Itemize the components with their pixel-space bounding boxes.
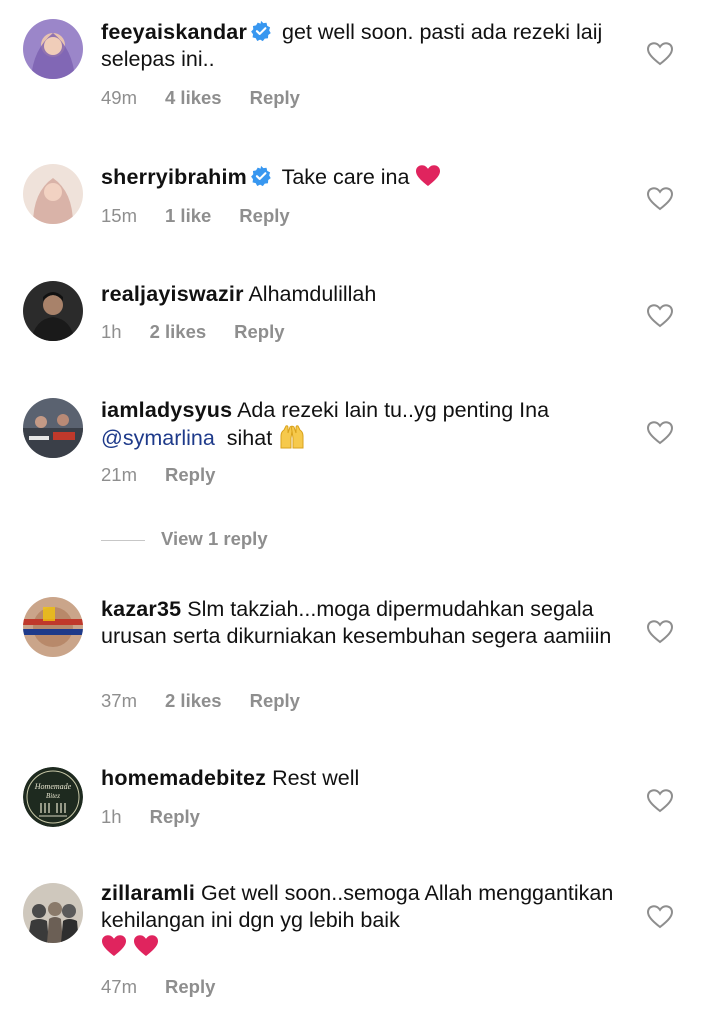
comment-meta: 47m Reply: [101, 976, 243, 998]
heart-outline-icon[interactable]: [647, 789, 673, 813]
comment-meta: 1h Reply: [101, 806, 228, 828]
divider-line: [101, 539, 145, 541]
comment-text: realjayiswazir Alhamdulillah: [101, 281, 621, 308]
view-replies-button[interactable]: View 1 reply: [101, 528, 268, 550]
username[interactable]: homemadebitez: [101, 766, 266, 790]
avatar[interactable]: [23, 398, 83, 458]
likes-count[interactable]: 1 like: [165, 205, 211, 226]
logo-text: Homemade: [34, 782, 72, 791]
timestamp: 37m: [101, 690, 137, 711]
username[interactable]: feeyaiskandar: [101, 20, 247, 44]
username[interactable]: realjayiswazir: [101, 282, 244, 306]
reply-button[interactable]: Reply: [239, 205, 289, 226]
heart-outline-icon[interactable]: [647, 421, 673, 445]
heart-outline-icon[interactable]: [647, 42, 673, 66]
timestamp: 47m: [101, 976, 137, 997]
red-heart-icon: [415, 164, 441, 188]
reply-button[interactable]: Reply: [150, 806, 200, 827]
comment-text: zillaramli Get well soon..semoga Allah m…: [101, 880, 621, 961]
timestamp: 21m: [101, 464, 137, 485]
comment-meta: 21m Reply: [101, 464, 243, 486]
comment-text: sherryibrahim Take care ina: [101, 164, 621, 191]
comment-text: kazar35 Slm takziah...moga dipermudahkan…: [101, 596, 621, 650]
comment-message: Ada rezeki lain tu..yg penting Ina: [237, 398, 550, 422]
timestamp: 1h: [101, 321, 122, 342]
comment-meta: 1h 2 likes Reply: [101, 321, 313, 343]
red-heart-icon: [101, 934, 127, 958]
heart-outline-icon[interactable]: [647, 304, 673, 328]
likes-count[interactable]: 4 likes: [165, 87, 222, 108]
comment-text: iamladysyus Ada rezeki lain tu..yg penti…: [101, 397, 621, 452]
comment-meta: 15m 1 like Reply: [101, 205, 318, 227]
view-replies-label: View 1 reply: [161, 528, 268, 549]
comment-meta: 49m 4 likes Reply: [101, 87, 328, 109]
heart-outline-icon[interactable]: [647, 187, 673, 211]
reply-button[interactable]: Reply: [250, 87, 300, 108]
comment-message: Rest well: [272, 766, 360, 790]
avatar[interactable]: [23, 281, 83, 341]
avatar[interactable]: [23, 19, 83, 79]
comment-text: homemadebitez Rest well: [101, 765, 621, 792]
heart-outline-icon[interactable]: [647, 620, 673, 644]
username[interactable]: zillaramli: [101, 881, 195, 905]
verified-badge-icon: [250, 165, 272, 187]
avatar[interactable]: Homemade Bitez: [23, 767, 83, 827]
username[interactable]: sherryibrahim: [101, 165, 247, 189]
likes-count[interactable]: 2 likes: [165, 690, 222, 711]
comment-message: Take care ina: [281, 165, 410, 189]
red-heart-icon: [133, 934, 159, 958]
reply-button[interactable]: Reply: [234, 321, 284, 342]
likes-count[interactable]: 2 likes: [150, 321, 207, 342]
comment-message: Alhamdulillah: [248, 282, 377, 306]
verified-badge-icon: [250, 20, 272, 42]
avatar[interactable]: [23, 164, 83, 224]
reply-button[interactable]: Reply: [165, 464, 215, 485]
avatar[interactable]: [23, 597, 83, 657]
heart-outline-icon[interactable]: [647, 905, 673, 929]
reply-button[interactable]: Reply: [165, 976, 215, 997]
avatar[interactable]: [23, 883, 83, 943]
username[interactable]: iamladysyus: [101, 398, 232, 422]
mention-link[interactable]: @symarlina: [101, 426, 215, 450]
comment-text: feeyaiskandar get well soon. pasti ada r…: [101, 19, 621, 73]
timestamp: 49m: [101, 87, 137, 108]
logo-text: Bitez: [46, 792, 60, 800]
timestamp: 1h: [101, 806, 122, 827]
timestamp: 15m: [101, 205, 137, 226]
comment-message-continued: sihat: [226, 426, 273, 450]
username[interactable]: kazar35: [101, 597, 181, 621]
comment-meta: 37m 2 likes Reply: [101, 690, 328, 712]
raised-hands-icon: [278, 424, 306, 450]
reply-button[interactable]: Reply: [250, 690, 300, 711]
